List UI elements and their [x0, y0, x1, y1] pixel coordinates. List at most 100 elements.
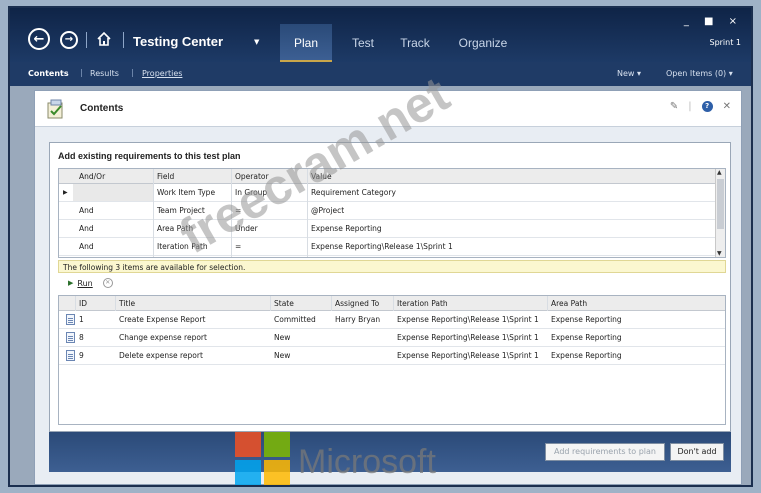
scrollbar-thumb[interactable] [717, 179, 724, 229]
add-requirements-button[interactable]: Add requirements to plan [545, 443, 665, 461]
column-header[interactable]: Area Path [551, 299, 587, 308]
query-grid-scrollbar[interactable]: ▲ ▼ [715, 169, 725, 257]
scroll-down-icon[interactable]: ▼ [717, 250, 722, 257]
and-or-cell-empty [73, 184, 153, 201]
column-header[interactable]: Assigned To [335, 299, 379, 308]
value-cell[interactable]: Requirement Category [311, 188, 396, 197]
requirement-icon [66, 350, 75, 361]
column-divider [331, 296, 332, 311]
area-path-cell: Expense Reporting [551, 351, 622, 360]
test-plan-icon [47, 99, 63, 119]
subnav-divider: | [80, 68, 83, 77]
field-cell[interactable]: Area Path [157, 224, 193, 233]
table-row[interactable]: 1 Create Expense Report Committed Harry … [59, 311, 725, 329]
value-cell[interactable]: @Project [311, 206, 344, 215]
id-cell: 9 [79, 351, 84, 360]
results-info-bar: The following 3 items are available for … [58, 260, 726, 273]
and-or-cell[interactable]: And [79, 206, 94, 215]
column-divider [115, 296, 116, 311]
new-menu[interactable]: New ▾ [617, 69, 641, 78]
column-header[interactable]: And/Or [79, 172, 105, 181]
column-divider [231, 169, 232, 257]
tab-track[interactable]: Track [392, 24, 438, 62]
header-divider: | [688, 101, 692, 112]
tab-test[interactable]: Test [340, 24, 386, 62]
column-header[interactable]: Field [157, 172, 174, 181]
table-row[interactable]: 8 Change expense report New Expense Repo… [59, 329, 725, 347]
results-header-row: ID Title State Assigned To Iteration Pat… [59, 296, 725, 311]
column-divider [153, 169, 154, 257]
column-header[interactable]: Title [119, 299, 135, 308]
requirement-icon [66, 332, 75, 343]
close-icon[interactable]: ✕ [723, 101, 731, 112]
column-divider [393, 296, 394, 311]
query-row[interactable]: And Iteration Path = Expense Reporting\R… [59, 238, 725, 256]
dialog-title: Add existing requirements to this test p… [58, 151, 241, 161]
scroll-up-icon[interactable]: ▲ [717, 169, 722, 176]
operator-cell[interactable]: Under [235, 224, 258, 233]
stop-icon[interactable]: ✕ [102, 278, 113, 288]
id-cell: 8 [79, 333, 84, 342]
and-or-cell[interactable]: And [79, 224, 94, 233]
current-row-marker-icon: ▶ [63, 189, 68, 196]
field-cell[interactable]: Iteration Path [157, 242, 208, 251]
query-row[interactable]: ▶ Work Item Type In Group Requirement Ca… [59, 184, 725, 202]
forward-button[interactable]: → [60, 31, 78, 49]
tab-organize[interactable]: Organize [450, 24, 516, 62]
iteration-path-cell: Expense Reporting\Release 1\Sprint 1 [397, 333, 539, 342]
app-title: Testing Center [133, 34, 224, 49]
subnav-contents[interactable]: Contents [28, 69, 69, 78]
title-cell: Delete expense report [119, 351, 203, 360]
column-header[interactable]: ID [79, 299, 87, 308]
state-cell: New [274, 333, 291, 342]
subnav-divider: | [131, 68, 134, 77]
help-icon[interactable]: ? [701, 101, 713, 112]
microsoft-logo-icon [235, 432, 293, 488]
state-cell: New [274, 351, 291, 360]
subnav-properties[interactable]: Properties [142, 69, 182, 78]
field-cell[interactable]: Work Item Type [157, 188, 215, 197]
title-dropdown-icon[interactable]: ▼ [254, 38, 259, 46]
query-row[interactable]: And Team Project = @Project [59, 202, 725, 220]
title-cell: Change expense report [119, 333, 207, 342]
run-icon[interactable]: ▶ [68, 279, 73, 287]
query-row[interactable]: And Area Path Under Expense Reporting [59, 220, 725, 238]
column-header[interactable]: Iteration Path [397, 299, 448, 308]
state-cell: Committed [274, 315, 316, 324]
operator-cell[interactable]: = [235, 242, 241, 251]
column-header[interactable]: Value [311, 172, 332, 181]
panel-title: Contents [80, 103, 124, 114]
subnav-results[interactable]: Results [90, 69, 119, 78]
value-cell[interactable]: Expense Reporting\Release 1\Sprint 1 [311, 242, 453, 251]
run-button[interactable]: Run [77, 279, 92, 288]
column-header[interactable]: State [274, 299, 294, 308]
forward-arrow-icon: → [64, 34, 74, 45]
column-divider [547, 296, 548, 311]
home-icon[interactable] [96, 31, 112, 47]
sub-navigation-bar: Contents | Results | Properties New ▾ Op… [10, 62, 751, 86]
open-items-menu[interactable]: Open Items (0) ▾ [666, 69, 733, 78]
value-cell[interactable]: Expense Reporting [311, 224, 382, 233]
edit-icon[interactable]: ✎ [670, 101, 678, 112]
column-divider [270, 296, 271, 311]
column-divider [75, 296, 76, 311]
and-or-cell[interactable]: And [79, 242, 94, 251]
requirement-icon [66, 314, 75, 325]
field-cell[interactable]: Team Project [157, 206, 205, 215]
back-button[interactable]: ← [28, 28, 50, 50]
assigned-to-cell: Harry Bryan [335, 315, 381, 324]
query-header-row: And/Or Field Operator Value [59, 169, 725, 184]
dont-add-button[interactable]: Don't add [670, 443, 724, 461]
column-header[interactable]: Operator [235, 172, 269, 181]
operator-cell[interactable]: In Group [235, 188, 267, 197]
table-row[interactable]: 9 Delete expense report New Expense Repo… [59, 347, 725, 365]
results-grid: ID Title State Assigned To Iteration Pat… [58, 295, 726, 425]
area-path-cell: Expense Reporting [551, 315, 622, 324]
tab-plan[interactable]: Plan [280, 24, 332, 62]
iteration-path-cell: Expense Reporting\Release 1\Sprint 1 [397, 351, 539, 360]
run-toolbar: ▶ Run ✕ [68, 278, 113, 288]
query-editor-grid: And/Or Field Operator Value ▶ Work Item … [58, 168, 726, 258]
panel-header: Contents ✎ | ? ✕ [35, 91, 741, 127]
window-controls[interactable]: _ ■ × [684, 16, 743, 27]
operator-cell[interactable]: = [235, 206, 241, 215]
